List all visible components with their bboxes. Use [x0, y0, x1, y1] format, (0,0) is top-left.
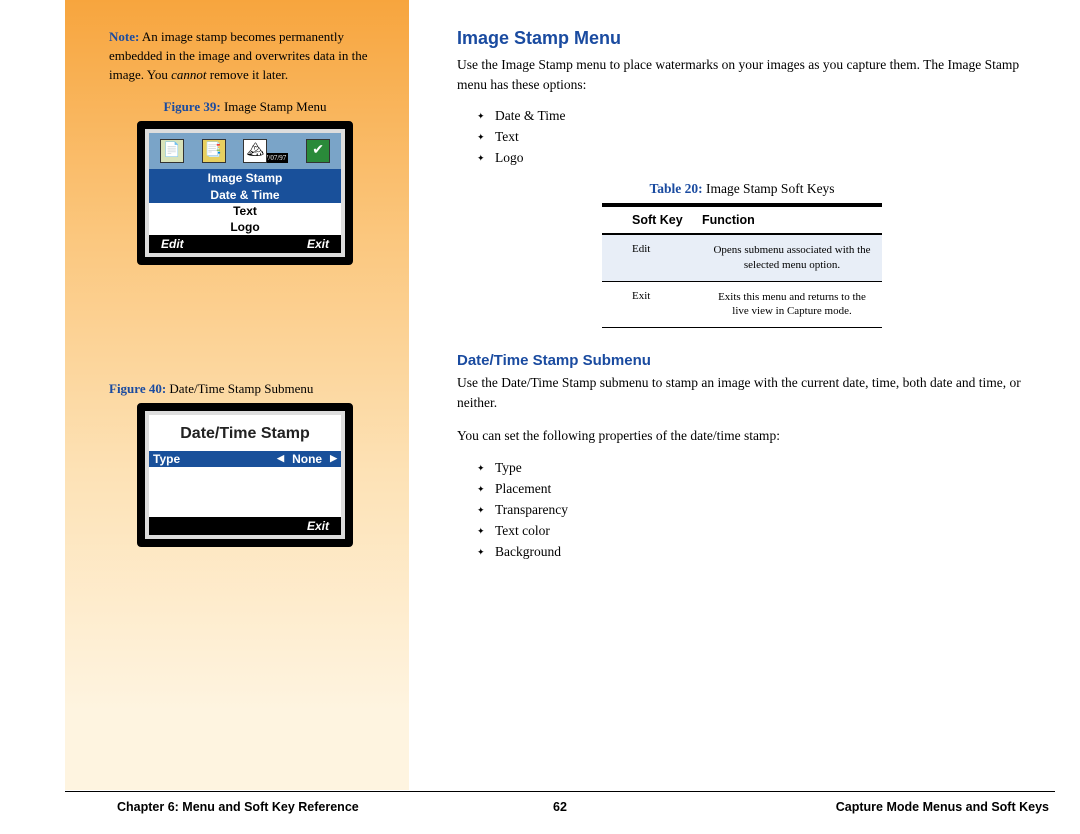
figure-40-label: Figure 40:: [109, 381, 166, 396]
cell-softkey: Edit: [602, 243, 702, 273]
softkey-exit: Exit: [307, 519, 329, 533]
photo-icon: 🏔: [243, 139, 267, 163]
table-header-softkey: Soft Key: [602, 213, 702, 227]
figure-39-label: Figure 39:: [164, 99, 221, 114]
figure-39-caption: Figure 39: Image Stamp Menu: [109, 99, 381, 115]
softkey-exit: Exit: [307, 237, 329, 251]
figure-40-softkeys: Exit: [149, 517, 341, 535]
list-item: Type: [477, 458, 1027, 479]
main-content: Image Stamp Menu Use the Image Stamp men…: [457, 28, 1027, 575]
table-20-label: Table 20:: [649, 181, 702, 196]
row-value-none: None: [292, 452, 322, 466]
stamp-icon: 📑: [202, 139, 226, 163]
list-item: Date & Time: [477, 106, 1027, 127]
table-20: Soft Key Function Edit Opens submenu ass…: [602, 203, 882, 328]
note-paragraph: Note: An image stamp becomes permanently…: [109, 28, 381, 85]
figure-39-iconbar: 📄 📑 🏔 07/07/97 ✔: [149, 133, 341, 169]
row-label-type: Type: [153, 452, 180, 466]
footer-page-number: 62: [553, 800, 567, 814]
list-item: Placement: [477, 479, 1027, 500]
table-header-row: Soft Key Function: [602, 203, 882, 235]
figure-39-softkeys: Edit Exit: [149, 235, 341, 253]
note-emphasis: cannot: [171, 67, 206, 82]
menu-item-selected: Date & Time: [149, 187, 341, 203]
list-item: Background: [477, 542, 1027, 563]
spacer: [109, 265, 381, 367]
note-label: Note:: [109, 29, 139, 44]
figure-39-screen: 📄 📑 🏔 07/07/97 ✔ Image Stamp Date & Time…: [145, 129, 345, 257]
figure-39-title: Image Stamp: [149, 169, 341, 187]
options-list-1: Date & Time Text Logo: [477, 106, 1027, 169]
list-item: Logo: [477, 148, 1027, 169]
list-item: Text: [477, 127, 1027, 148]
table-header-function: Function: [702, 213, 882, 227]
note-icon: 📄: [160, 139, 184, 163]
paragraph-datetime-props: You can set the following properties of …: [457, 426, 1027, 446]
figure-40-title: Date/Time Stamp: [149, 415, 341, 451]
figure-40-device: Date/Time Stamp Type ◀ None ▶ Exit: [137, 403, 353, 547]
triangle-left-icon: ◀: [277, 453, 284, 464]
menu-item: Logo: [149, 219, 341, 235]
sidebar-panel: Note: An image stamp becomes permanently…: [65, 0, 409, 790]
note-text-2: remove it later.: [207, 67, 289, 82]
document-page: Note: An image stamp becomes permanently…: [65, 0, 1055, 834]
menu-item: Text: [149, 203, 341, 219]
cell-function: Opens submenu associated with the select…: [702, 243, 882, 273]
heading-image-stamp-menu: Image Stamp Menu: [457, 28, 1027, 49]
figure-40-row: Type ◀ None ▶: [149, 451, 341, 467]
table-20-text: Image Stamp Soft Keys: [703, 181, 835, 196]
figure-40-caption: Figure 40: Date/Time Stamp Submenu: [109, 381, 381, 397]
triangle-right-icon: ▶: [330, 453, 337, 464]
list-item: Transparency: [477, 500, 1027, 521]
figure-40-text: Date/Time Stamp Submenu: [166, 381, 313, 396]
table-row: Edit Opens submenu associated with the s…: [602, 235, 882, 282]
cell-function: Exits this menu and returns to the live …: [702, 290, 882, 320]
figure-39-device: 📄 📑 🏔 07/07/97 ✔ Image Stamp Date & Time…: [137, 121, 353, 265]
figure-40-blank: [149, 467, 341, 517]
softkey-edit: Edit: [161, 237, 184, 251]
heading-datetime-submenu: Date/Time Stamp Submenu: [457, 352, 1027, 369]
footer-section: Capture Mode Menus and Soft Keys: [836, 800, 1049, 814]
check-icon: ✔: [306, 139, 330, 163]
footer-chapter: Chapter 6: Menu and Soft Key Reference: [71, 800, 359, 814]
list-item: Text color: [477, 521, 1027, 542]
figure-40-screen: Date/Time Stamp Type ◀ None ▶ Exit: [145, 411, 345, 539]
page-footer: Chapter 6: Menu and Soft Key Reference 6…: [65, 791, 1055, 814]
paragraph-datetime-intro: Use the Date/Time Stamp submenu to stamp…: [457, 373, 1027, 412]
row-value-wrap: ◀ None ▶: [277, 452, 337, 466]
cell-softkey: Exit: [602, 290, 702, 320]
figure-39-text: Image Stamp Menu: [221, 99, 327, 114]
table-row: Exit Exits this menu and returns to the …: [602, 282, 882, 329]
table-20-caption: Table 20: Image Stamp Soft Keys: [457, 181, 1027, 197]
figure-39-menu-list: Date & Time Text Logo: [149, 187, 341, 235]
options-list-2: Type Placement Transparency Text color B…: [477, 458, 1027, 563]
paragraph-intro: Use the Image Stamp menu to place waterm…: [457, 55, 1027, 94]
